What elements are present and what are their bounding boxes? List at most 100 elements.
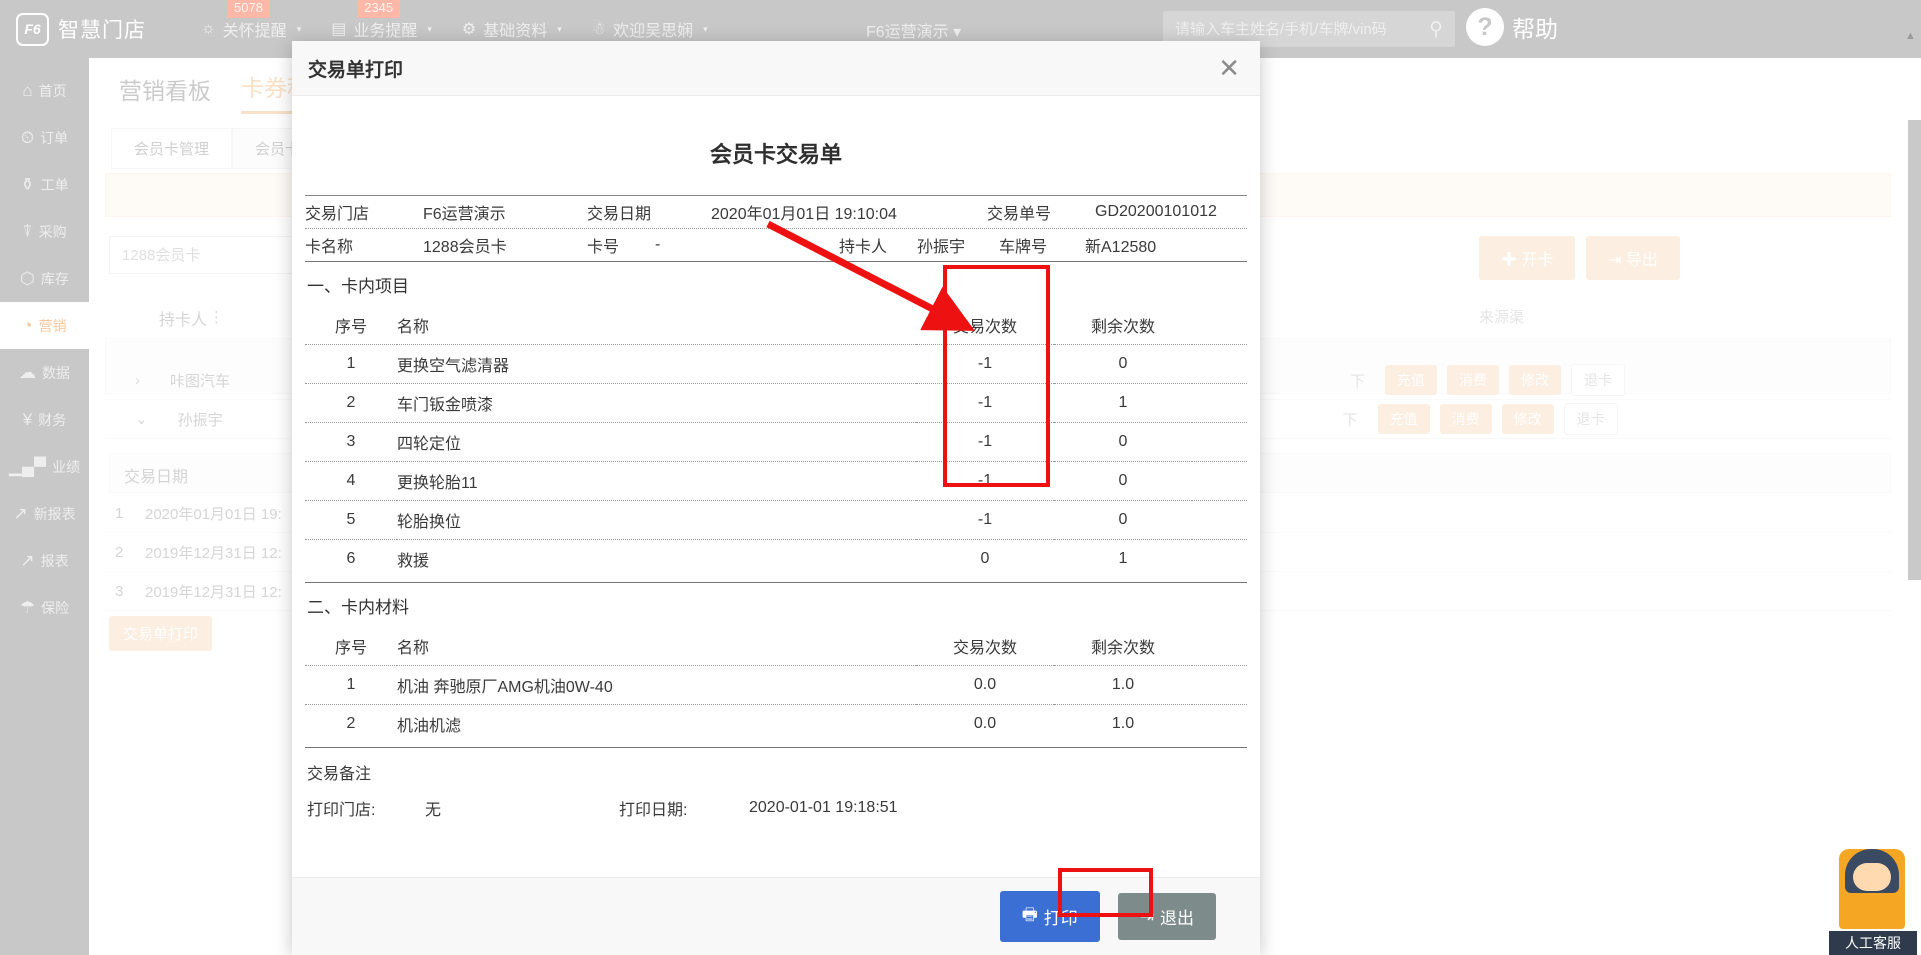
section-title-items: 一、卡内项目 [307,277,409,296]
items-table-header-row: 序号 名称 交易次数 剩余次数 [305,306,1247,345]
item-name: 更换空气滤清器 [397,344,916,384]
close-icon[interactable]: ✕ [1218,55,1240,81]
sidebar-label-report: 报表 [40,552,69,569]
nav-item-user-welcome[interactable]: ☃ 欢迎吴思娴 ▾ [592,17,708,41]
sidebar-item-new-report[interactable]: ↗ 新报表 [0,490,89,537]
label-store: 交易门店 [305,206,370,223]
question-mark-icon: ? [1466,8,1504,46]
label-print-date: 打印日期: [619,802,688,819]
wrench-icon: ⚱ [20,175,35,194]
f6-logo-icon: F6 [16,12,49,46]
umbrella-icon: ☂ [19,598,36,617]
sidebar-item-data[interactable]: ☁ 数据 [0,349,89,396]
sidebar-item-report[interactable]: ↗ 报表 [0,537,89,584]
item-name: 轮胎换位 [397,500,916,540]
search-icon[interactable]: ⚲ [1417,18,1455,41]
items-col-seq: 序号 [305,306,397,345]
tab-marketing-board[interactable]: 营销看板 [119,72,211,114]
sidebar-item-orders[interactable]: ⏲ 订单 [0,114,89,161]
consume-button[interactable]: 消费 [1447,365,1500,395]
sidebar-label-insurance: 保险 [41,599,70,616]
help-button[interactable]: ? 帮助 [1466,8,1558,46]
print-info-row: 打印门店: 无 打印日期: 2020-01-01 19:18:51 [305,790,1247,820]
recharge-button[interactable]: 充值 [1385,365,1438,395]
nav-item-business-reminder[interactable]: ▤ 业务提醒 ▾ 2345 [331,0,432,41]
table-row: 2 机油机滤 0.0 1.0 [305,705,1247,744]
value-plate: 新A12580 [1085,239,1157,256]
material-remain-count: 1.0 [1111,715,1135,732]
kebab-menu-icon[interactable]: ⋮ [209,308,224,326]
open-card-label: 开卡 [1521,252,1554,269]
chevron-down-icon: ▾ [427,23,432,34]
refund-card-button[interactable]: 退卡 [1563,403,1618,435]
search-input[interactable] [1163,20,1418,38]
sidebar-item-inventory[interactable]: ⬡ 库存 [0,255,89,302]
subtab-card-management[interactable]: 会员卡管理 [111,128,233,169]
item-remain-count: 0 [1054,422,1192,462]
material-seq: 1 [305,665,397,705]
cloud-icon: ☁ [19,363,36,382]
exit-button[interactable]: ⇥ 退出 [1117,893,1216,940]
top-nav-items: ☼ 关怀提醒 ▾ 5078 ▤ 业务提醒 ▾ 2345 ⚙ 基础资料 ▾ ☃ 欢… [201,0,708,41]
modify-button[interactable]: 修改 [1501,404,1554,434]
pie-chart-icon: ◔ [22,316,33,335]
store-selector[interactable]: F6运营演示 ▾ [866,18,961,42]
nav-label-business-reminder: 业务提醒 [353,23,418,40]
materials-col-seq: 序号 [305,627,397,666]
item-tx-count: -1 [916,344,1054,384]
sidebar-item-performance[interactable]: ▁▄▀ 业绩 [0,443,89,490]
print-transaction-button[interactable]: 交易单打印 [109,616,213,651]
sidebar-item-purchase[interactable]: ⍒ 采购 [0,208,89,255]
sidebar-label-finance: 财务 [38,411,67,428]
item-remain-count: 0 [1054,344,1192,384]
material-seq: 2 [346,715,356,732]
table-row: 4 更换轮胎11 -1 0 [305,461,1247,501]
expand-icon[interactable]: › [135,372,140,389]
label-order-no: 交易单号 [987,206,1052,223]
item-remain-count: 1 [1118,550,1128,567]
sidebar-item-finance[interactable]: ¥ 财务 [0,396,89,443]
dialog-body: 会员卡交易单 交易门店 F6运营演示 交易日期 2020年01月01日 19:1… [292,96,1260,877]
value-holder: 孙振宇 [917,239,966,256]
nav-item-basic-data[interactable]: ⚙ 基础资料 ▾ [462,17,562,41]
scroll-up-icon[interactable]: ▲ [1905,30,1919,44]
sidebar-label-purchase: 采购 [38,223,67,240]
export-button[interactable]: ⇥ 导出 [1586,236,1680,280]
info-row-card-holder-plate: 卡名称 1288会员卡 卡号 - 持卡人 孙振宇 车牌号 新A12580 [305,229,1247,261]
label-print-store: 打印门店: [307,802,376,819]
page-scrollbar[interactable] [1908,120,1921,580]
row-name: 咔图汽车 [170,372,231,390]
plus-icon: ✚ [1501,252,1518,269]
collapse-icon[interactable]: ⌄ [135,410,148,428]
material-name: 机油 奔驰原厂AMG机油0W-40 [397,665,916,705]
customer-service-widget[interactable]: 人工客服 [1829,841,1917,955]
brand-logo[interactable]: F6 智慧门店 [16,12,146,46]
sidebar-item-home[interactable]: ⌂ 首页 [0,67,89,114]
print-label: 打印 [1043,909,1078,928]
nav-label-user-welcome: 欢迎吴思娴 [613,23,694,40]
sidebar-item-insurance[interactable]: ☂ 保险 [0,584,89,631]
home-icon: ⌂ [22,81,33,100]
dialog-header: 交易单打印 ✕ [292,41,1260,96]
sidebar-item-workorder[interactable]: ⚱ 工单 [0,161,89,208]
open-card-button[interactable]: ✚ 开卡 [1479,236,1576,280]
consume-button[interactable]: 消费 [1439,404,1492,434]
material-tx-count: 0.0 [973,715,997,732]
label-date: 交易日期 [587,206,652,223]
refund-card-button[interactable]: 退卡 [1571,364,1626,396]
clock-icon: ⏲ [20,128,35,147]
recharge-button[interactable]: 充值 [1377,404,1430,434]
modify-button[interactable]: 修改 [1509,365,1562,395]
sidebar-label-performance: 业绩 [52,458,81,475]
print-button[interactable]: 🖶 打印 [999,891,1100,942]
info-row-store-date-order: 交易门店 F6运营演示 交易日期 2020年01月01日 19:10:04 交易… [305,196,1247,228]
chevron-down-icon: ▾ [557,23,562,34]
value-card-name: 1288会员卡 [423,239,507,256]
table-row: 2 车门钣金喷漆 -1 1 [305,383,1247,423]
open-card-button-wrap: ✚ 开卡 [1479,236,1576,280]
item-tx-count: 0 [980,550,990,567]
yuan-icon: ¥ [22,410,33,429]
nav-item-care-reminder[interactable]: ☼ 关怀提醒 ▾ 5078 [201,0,301,41]
column-header-holder[interactable]: 持卡人 [159,306,207,330]
sidebar-item-marketing[interactable]: ◔ 营销 [0,302,89,349]
